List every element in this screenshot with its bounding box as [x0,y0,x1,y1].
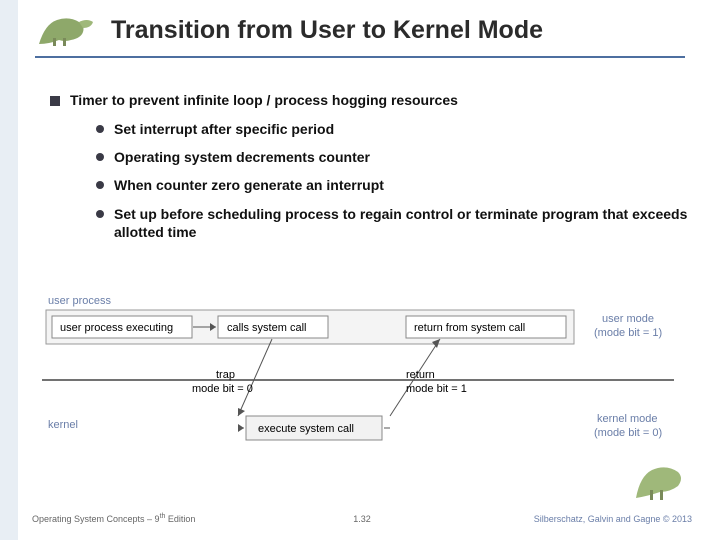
diag-label-modebit1: (mode bit = 1) [594,327,662,339]
diag-label-modebit0: (mode bit = 0) [594,427,662,439]
dinosaur-icon [35,10,97,50]
title-row: Transition from User to Kernel Mode [35,16,703,45]
mode-transition-diagram: user process user process executing call… [42,288,674,474]
bullet-main: Timer to prevent infinite loop / process… [50,92,690,108]
diag-box-execute-syscall: execute system call [258,423,354,435]
diag-box-calls-syscall: calls system call [227,322,306,334]
bullet-sub-text: Set interrupt after specific period [114,120,334,138]
dinosaur-footer-icon [632,460,690,504]
bullet-main-text: Timer to prevent infinite loop / process… [70,92,458,108]
footer-left-text1: Operating System Concepts – 9 [32,514,160,524]
round-bullet-icon [96,181,104,189]
bullet-sub: When counter zero generate an interrupt [96,176,690,194]
round-bullet-icon [96,153,104,161]
title-underline [35,56,685,58]
bullet-sub-text: Operating system decrements counter [114,148,370,166]
footer: Operating System Concepts – 9th Edition … [32,513,692,524]
square-bullet-icon [50,96,60,106]
bullet-sub: Set up before scheduling process to rega… [96,205,690,241]
footer-page-number: 1.32 [353,514,371,524]
diag-label-return: return [406,369,435,381]
bullet-content: Timer to prevent infinite loop / process… [50,92,690,251]
bullet-sub-text: When counter zero generate an interrupt [114,176,384,194]
footer-left: Operating System Concepts – 9th Edition [32,513,195,524]
diag-box-return-syscall: return from system call [414,322,525,334]
side-stripe [0,0,18,540]
bullet-sub-text: Set up before scheduling process to rega… [114,205,690,241]
footer-copyright: Silberschatz, Galvin and Gagne © 2013 [534,514,692,524]
diag-box-user-executing: user process executing [60,322,173,334]
diag-label-user-process: user process [48,295,111,307]
round-bullet-icon [96,125,104,133]
round-bullet-icon [96,210,104,218]
slide-title: Transition from User to Kernel Mode [111,16,703,45]
bullet-sub: Set interrupt after specific period [96,120,690,138]
diag-label-trap-modebit: mode bit = 0 [192,383,253,395]
diag-label-trap: trap [216,369,235,381]
bullet-sub: Operating system decrements counter [96,148,690,166]
diag-label-user-mode: user mode [602,313,654,325]
diag-label-return-modebit: mode bit = 1 [406,383,467,395]
footer-left-text2: Edition [165,514,195,524]
diag-label-kernel-mode: kernel mode [597,413,658,425]
diag-label-kernel: kernel [48,419,78,431]
